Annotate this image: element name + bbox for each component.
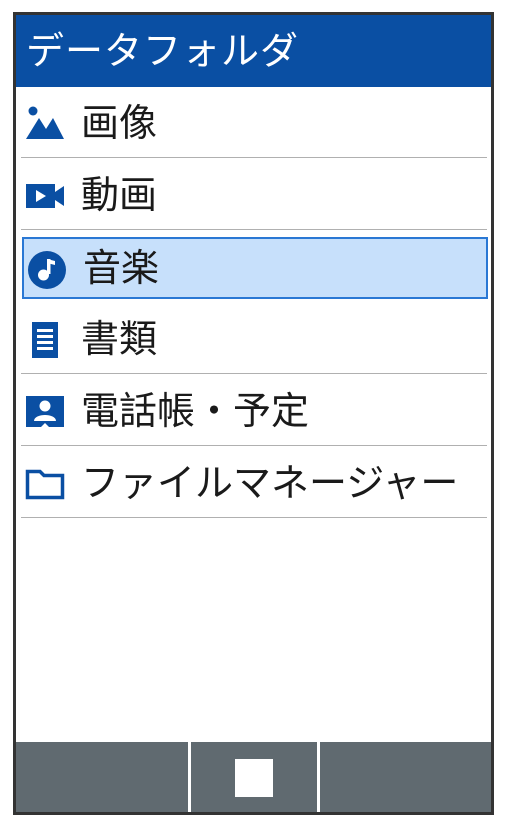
menu-item-contacts-schedule[interactable]: 電話帳・予定 [21,375,487,446]
folder-icon [25,465,65,501]
menu-item-label: 書類 [81,317,158,361]
music-icon [27,250,67,289]
menu-item-label: 画像 [81,101,158,145]
phone-screen: データフォルダ 画像 動画 音楽 書類 電話帳・予定 ファイルマネージャー [13,12,494,815]
left-softkey[interactable] [16,742,188,812]
menu-item-documents[interactable]: 書類 [21,303,487,374]
video-icon [25,177,65,213]
menu-item-label: 動画 [81,173,158,217]
right-softkey[interactable] [320,742,491,812]
page-title: データフォルダ [26,29,300,73]
menu-item-image[interactable]: 画像 [21,87,487,158]
softkey-bar [16,742,491,812]
menu-item-label: ファイルマネージャー [81,461,459,505]
menu-item-label: 電話帳・予定 [81,389,310,433]
menu-item-music[interactable]: 音楽 [22,237,488,299]
square-icon [235,759,273,797]
center-softkey[interactable] [191,742,317,812]
contacts-book-icon [25,393,65,429]
menu-item-file-manager[interactable]: ファイルマネージャー [21,447,487,518]
document-icon [25,321,65,358]
app-header: データフォルダ [16,15,491,87]
image-icon [25,105,65,141]
menu-item-video[interactable]: 動画 [21,159,487,230]
menu-item-label: 音楽 [83,246,160,290]
